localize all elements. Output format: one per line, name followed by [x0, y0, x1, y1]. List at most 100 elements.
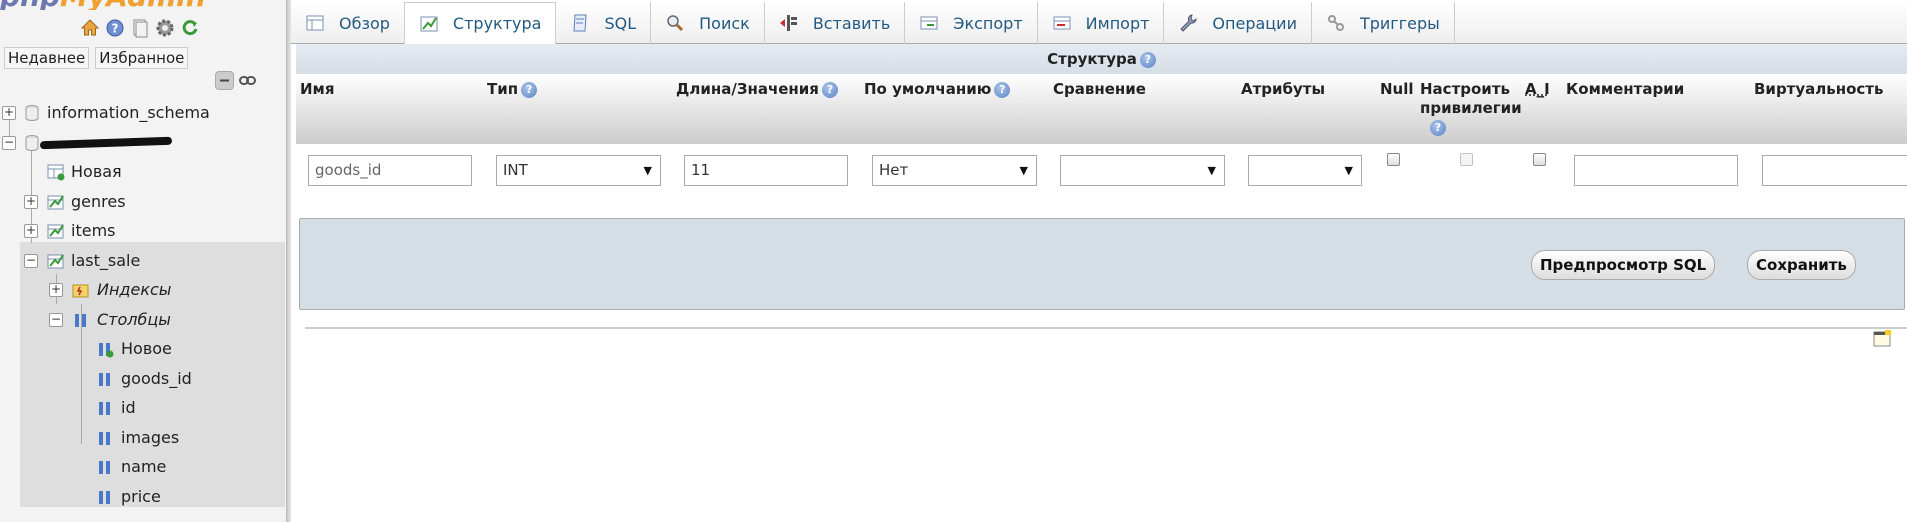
- expand-plus-icon[interactable]: +: [2, 106, 16, 120]
- preview-sql-button[interactable]: Предпросмотр SQL: [1531, 250, 1716, 280]
- chevron-down-icon: ▼: [643, 164, 652, 177]
- tree-item-label: name: [121, 457, 167, 476]
- collation-select[interactable]: ▼: [1060, 155, 1225, 186]
- search-icon: [667, 15, 684, 32]
- type-select-value: INT: [503, 161, 528, 179]
- col-header-virtual: Виртуальность: [1754, 80, 1884, 98]
- column-icon: [99, 402, 110, 415]
- help-icon[interactable]: ?: [1430, 119, 1446, 136]
- default-select[interactable]: Нет ▼: [872, 155, 1037, 186]
- tab-label: Триггеры: [1359, 13, 1440, 33]
- tree-item-label: id: [121, 398, 136, 417]
- tab-triggers[interactable]: Триггеры: [1312, 2, 1455, 44]
- help-icon[interactable]: ?: [1139, 51, 1156, 68]
- favorite-tables-button[interactable]: Избранное: [95, 47, 189, 69]
- col-header-default: По умолчанию?: [864, 80, 1011, 98]
- export-icon: [920, 16, 938, 30]
- tree-item-column[interactable]: name: [0, 452, 286, 482]
- browse-icon: [306, 15, 324, 31]
- console-icon[interactable]: [1873, 330, 1891, 348]
- tab-label: Импорт: [1085, 13, 1150, 33]
- comments-input[interactable]: [1574, 155, 1738, 186]
- col-header-type: Тип?: [487, 80, 538, 98]
- import-icon: [1053, 16, 1071, 30]
- tree-item-column[interactable]: id: [0, 393, 286, 423]
- tree-item-label: Столбцы: [97, 309, 171, 329]
- collapse-minus-icon[interactable]: −: [2, 135, 16, 150]
- new-table-icon: [47, 164, 65, 181]
- indexes-icon: [72, 284, 89, 298]
- attributes-select[interactable]: ▼: [1248, 155, 1362, 186]
- tree-item-new-column[interactable]: Новое: [0, 334, 286, 364]
- tree-item-information-schema[interactable]: + information_schema: [0, 98, 286, 128]
- tab-label: Поиск: [699, 13, 750, 33]
- new-column-icon: [99, 343, 114, 358]
- nav-resize-handle[interactable]: [287, 0, 291, 522]
- column-name-input[interactable]: goods_id: [308, 155, 472, 186]
- save-button[interactable]: Сохранить: [1747, 250, 1856, 280]
- tree-item-columns[interactable]: − Столбцы: [0, 305, 286, 335]
- help-icon[interactable]: ?: [994, 81, 1011, 98]
- phpmyadmin-logo[interactable]: phpMyAdmin: [0, 0, 250, 10]
- tab-export[interactable]: Экспорт: [905, 2, 1038, 44]
- type-select[interactable]: INT ▼: [496, 155, 661, 186]
- virtuality-select[interactable]: [1762, 155, 1907, 186]
- tree-item-label: last_sale: [71, 250, 141, 270]
- tree-item-items[interactable]: + items: [0, 216, 286, 246]
- expand-plus-icon[interactable]: +: [49, 283, 63, 297]
- sql-icon: [573, 14, 587, 32]
- col-header-auto-increment: A_I: [1525, 80, 1550, 98]
- tab-browse[interactable]: Обзор: [291, 2, 405, 44]
- tab-label: Экспорт: [953, 13, 1023, 33]
- structure-title: Структура: [1047, 50, 1137, 68]
- collapse-all-button[interactable]: [215, 71, 234, 90]
- collapse-minus-icon[interactable]: −: [24, 253, 38, 268]
- column-icon: [99, 461, 110, 474]
- tree-item-genres[interactable]: + genres: [0, 187, 286, 217]
- column-icon: [99, 431, 110, 445]
- tab-search[interactable]: Поиск: [651, 2, 765, 44]
- tree-item-column[interactable]: goods_id: [0, 364, 286, 394]
- column-definition-row: goods_id INT ▼ 11 Нет ▼ ▼ ▼: [296, 144, 1907, 216]
- recent-tables-button[interactable]: Недавнее: [4, 47, 90, 69]
- col-header-null: Null: [1380, 80, 1414, 98]
- tree-item-last-sale[interactable]: − last_sale: [0, 246, 286, 276]
- tab-insert[interactable]: Вставить: [765, 2, 906, 44]
- tab-label: Вставить: [812, 13, 891, 33]
- auto-increment-checkbox[interactable]: [1533, 153, 1546, 166]
- collapse-minus-icon[interactable]: −: [49, 312, 63, 327]
- columns-icon: [75, 313, 86, 327]
- tab-operations[interactable]: Операции: [1164, 2, 1312, 44]
- help-icon[interactable]: ?: [521, 81, 538, 98]
- tab-structure[interactable]: Структура: [404, 2, 557, 44]
- home-icon[interactable]: [80, 18, 100, 38]
- tree-item-column[interactable]: images: [0, 423, 286, 453]
- structure-title-bar: Структура?: [296, 44, 1907, 74]
- tree-item-indexes[interactable]: + Индексы: [0, 275, 286, 305]
- length-input[interactable]: 11: [684, 155, 848, 186]
- tree-item-new-table[interactable]: Новая: [0, 157, 286, 187]
- tab-sql[interactable]: SQL: [556, 2, 652, 44]
- tree-item-label: information_schema: [47, 103, 210, 122]
- database-icon: [25, 105, 39, 121]
- default-select-value: Нет: [879, 161, 909, 179]
- tree-item-column[interactable]: price: [0, 482, 286, 512]
- null-checkbox[interactable]: [1387, 153, 1400, 166]
- docs-icon[interactable]: [130, 18, 150, 38]
- structure-icon: [420, 16, 438, 31]
- link-with-main-button[interactable]: [238, 71, 257, 90]
- expand-plus-icon[interactable]: +: [24, 224, 38, 238]
- col-header-length: Длина/Значения?: [676, 80, 838, 98]
- expand-plus-icon[interactable]: +: [24, 194, 38, 209]
- reload-icon[interactable]: [180, 18, 200, 38]
- tab-import[interactable]: Импорт: [1038, 2, 1165, 44]
- col-header-collation: Сравнение: [1053, 80, 1146, 98]
- tree-item-label: images: [121, 427, 180, 447]
- tab-label: Операции: [1212, 13, 1297, 33]
- settings-icon[interactable]: [155, 18, 175, 38]
- svg-text:?: ?: [112, 22, 119, 36]
- help-icon[interactable]: ?: [105, 18, 125, 38]
- help-icon[interactable]: ?: [821, 81, 838, 98]
- tab-label: Обзор: [339, 13, 390, 33]
- insert-icon: [779, 15, 797, 31]
